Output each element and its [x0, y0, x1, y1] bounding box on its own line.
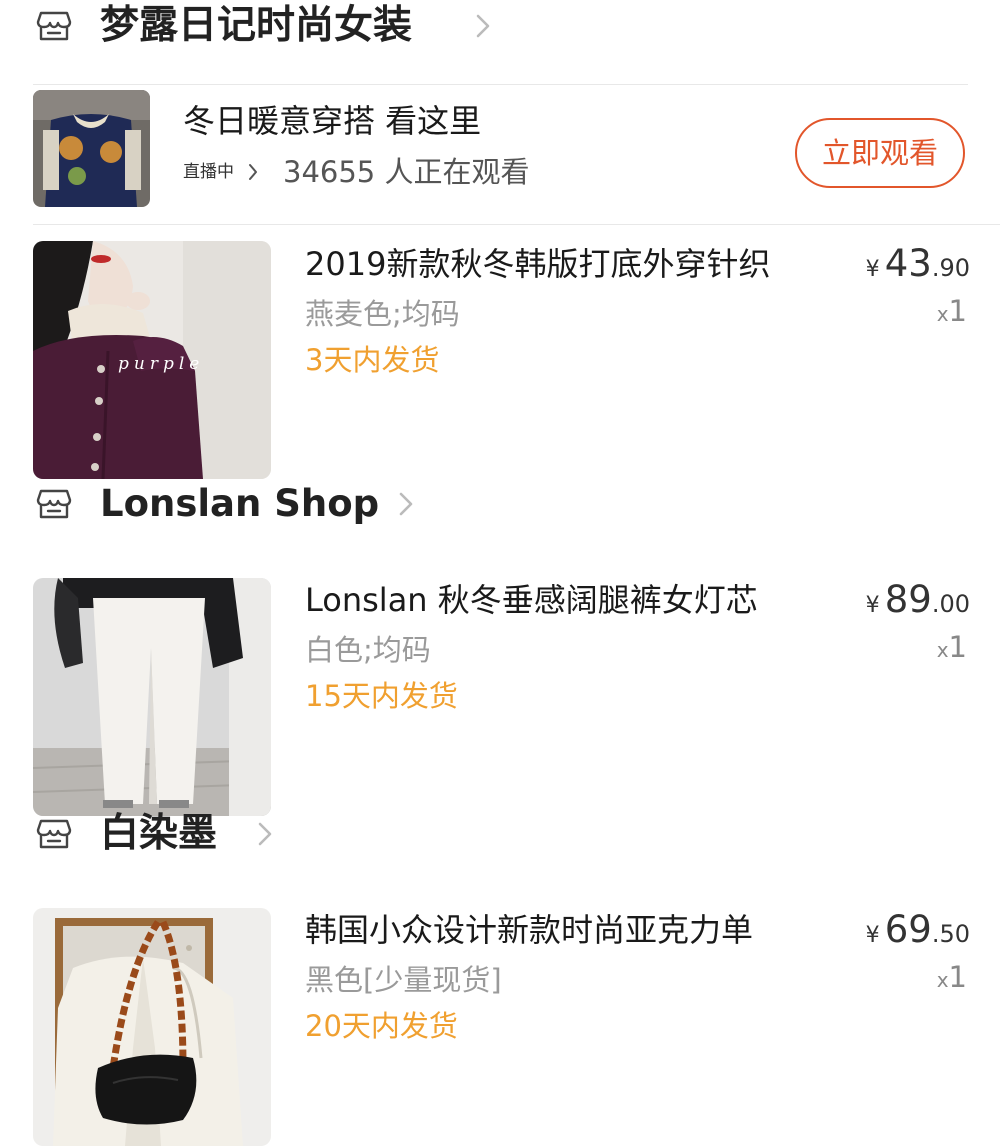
- price-integer: 43: [884, 242, 932, 285]
- product-spec: 燕麦色;均码: [305, 297, 460, 331]
- quantity-prefix: x: [936, 302, 949, 326]
- price-decimal: .50: [931, 920, 970, 948]
- live-thumbnail[interactable]: [33, 90, 150, 207]
- product-quantity: x1: [937, 960, 967, 994]
- product-spec: 黑色[少量现货]: [305, 963, 502, 997]
- image-caption: purple: [118, 354, 204, 374]
- shipping-time: 20天内发货: [305, 1009, 458, 1043]
- product-title[interactable]: 2019新款秋冬韩版打底外穿针织: [305, 242, 770, 286]
- shop-header[interactable]: Lonslan Shop: [0, 478, 1000, 538]
- live-status: 直播中: [183, 162, 234, 182]
- store-icon: [36, 11, 72, 41]
- shop-name[interactable]: 白染墨: [100, 808, 217, 860]
- product-quantity: x1: [937, 294, 967, 328]
- product-image[interactable]: [33, 578, 271, 816]
- product-price: ¥ 69.50: [866, 908, 970, 951]
- product-image[interactable]: purple: [33, 241, 271, 479]
- quantity-prefix: x: [936, 968, 949, 992]
- store-icon: [36, 489, 72, 519]
- product-price: ¥ 43.90: [866, 242, 970, 285]
- price-decimal: .90: [931, 254, 970, 282]
- divider: [33, 84, 968, 85]
- product-title[interactable]: 韩国小众设计新款时尚亚克力单: [305, 908, 753, 952]
- quantity-value: 1: [948, 630, 967, 664]
- chevron-right-icon[interactable]: [397, 490, 415, 518]
- chevron-right-icon: [249, 164, 257, 180]
- quantity-value: 1: [948, 960, 967, 994]
- watch-now-button[interactable]: 立即观看: [795, 118, 965, 188]
- shipping-time: 3天内发货: [305, 343, 440, 377]
- product-image[interactable]: [33, 908, 271, 1146]
- product-price: ¥ 89.00: [866, 578, 970, 621]
- store-icon: [36, 819, 72, 849]
- shipping-time: 15天内发货: [305, 679, 458, 713]
- price-decimal: .00: [931, 590, 970, 618]
- currency-symbol: ¥: [865, 257, 880, 282]
- quantity-prefix: x: [936, 638, 949, 662]
- currency-symbol: ¥: [865, 923, 880, 948]
- product-title[interactable]: Lonslan 秋冬垂感阔腿裤女灯芯: [305, 578, 758, 622]
- product-quantity: x1: [937, 630, 967, 664]
- live-title[interactable]: 冬日暖意穿搭 看这里: [183, 100, 481, 142]
- divider: [33, 224, 1000, 225]
- chevron-right-icon[interactable]: [256, 820, 274, 848]
- price-integer: 69: [884, 908, 932, 951]
- shop-name[interactable]: 梦露日记时尚女装: [100, 0, 412, 52]
- chevron-right-icon[interactable]: [474, 12, 492, 40]
- shop-name[interactable]: Lonslan Shop: [100, 478, 379, 530]
- live-viewer-count: 34655 人正在观看: [283, 155, 530, 189]
- currency-symbol: ¥: [865, 593, 880, 618]
- price-integer: 89: [884, 578, 932, 621]
- quantity-value: 1: [948, 294, 967, 328]
- product-spec: 白色;均码: [305, 633, 431, 667]
- shop-header[interactable]: 白染墨: [0, 808, 1000, 868]
- shop-header[interactable]: 梦露日记时尚女装: [0, 0, 1000, 60]
